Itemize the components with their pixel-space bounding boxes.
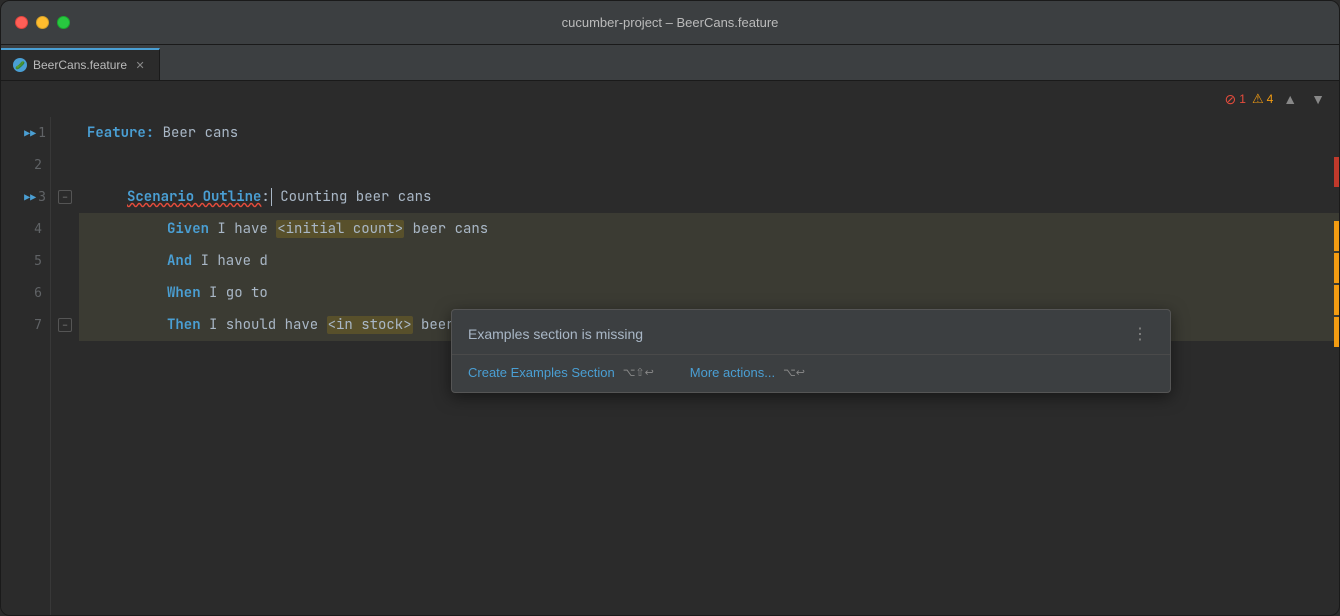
- line-number-1: ▶▶ 1: [1, 117, 50, 149]
- titlebar: cucumber-project – BeerCans.feature: [1, 1, 1339, 45]
- scenario-text: Counting beer cans: [272, 188, 432, 206]
- error-marker-1: [1334, 157, 1339, 187]
- line-number-5: 5: [1, 245, 50, 277]
- close-button[interactable]: [15, 16, 28, 29]
- feature-keyword: Feature:: [87, 124, 154, 142]
- tabbar: 🥒 BeerCans.feature ✕: [1, 45, 1339, 81]
- line-num-6: 6: [34, 286, 42, 301]
- create-examples-shortcut: ⌥⇧↩: [623, 366, 654, 379]
- popup-title: Examples section is missing: [468, 326, 643, 342]
- popup-actions: Create Examples Section ⌥⇧↩ More actions…: [452, 355, 1170, 392]
- line-num-7: 7: [34, 318, 42, 333]
- window-title: cucumber-project – BeerCans.feature: [562, 15, 779, 30]
- code-line-1: Feature: Beer cans: [79, 117, 1339, 149]
- right-gutter: [1333, 153, 1339, 615]
- code-area[interactable]: Feature: Beer cans Scenario Outline: Cou…: [79, 117, 1339, 615]
- warning-count: 4: [1267, 92, 1274, 106]
- scenario-keyword: Scenario Outline: [127, 188, 261, 206]
- line-num-5: 5: [34, 254, 42, 269]
- given-text: I have: [209, 220, 276, 238]
- file-tab[interactable]: 🥒 BeerCans.feature ✕: [1, 48, 160, 80]
- given-rest: beer cans: [404, 220, 488, 238]
- and-keyword: And: [167, 252, 192, 270]
- line-number-7: 7: [1, 309, 50, 341]
- editor-toolbar: ⊘ 1 ⚠ 4 ▲ ▼: [1225, 81, 1339, 117]
- main-window: cucumber-project – BeerCans.feature 🥒 Be…: [0, 0, 1340, 616]
- error-icon: ⊘: [1225, 91, 1237, 108]
- warning-marker-5: [1334, 285, 1339, 315]
- traffic-lights: [15, 16, 70, 29]
- more-actions-action[interactable]: More actions... ⌥↩: [690, 365, 805, 380]
- code-line-5: And I have d: [79, 245, 1339, 277]
- gutter-row-2: [51, 149, 79, 181]
- line-number-6: 6: [1, 277, 50, 309]
- gutter-row-4: [51, 213, 79, 245]
- line-num-3: 3: [38, 190, 46, 205]
- warning-marker-3: [1334, 221, 1339, 251]
- navigate-up-button[interactable]: ▲: [1279, 89, 1301, 109]
- editor-body: ▶▶ 1 2 ▶▶ 3 4 5: [1, 81, 1339, 615]
- then-text: I should have: [201, 316, 327, 334]
- given-keyword: Given: [167, 220, 209, 238]
- gutter-row-7: −: [51, 309, 79, 341]
- popup-header: Examples section is missing ⋮: [452, 310, 1170, 355]
- tab-close-button[interactable]: ✕: [133, 58, 147, 72]
- line-num-1: 1: [38, 126, 46, 141]
- code-line-6: When I go to: [79, 277, 1339, 309]
- create-examples-label: Create Examples Section: [468, 365, 615, 380]
- more-actions-shortcut: ⌥↩: [783, 366, 805, 379]
- editor-container: ⊘ 1 ⚠ 4 ▲ ▼ ▶▶ 1 2: [1, 81, 1339, 615]
- when-keyword: When: [167, 284, 201, 302]
- line-number-3: ▶▶ 3: [1, 181, 50, 213]
- gutter-row-3: −: [51, 181, 79, 213]
- line-numbers: ▶▶ 1 2 ▶▶ 3 4 5: [1, 117, 51, 615]
- error-count: 1: [1239, 92, 1246, 106]
- line-number-4: 4: [1, 213, 50, 245]
- gutter-row-5: [51, 245, 79, 277]
- then-placeholder: <in stock>: [327, 316, 413, 334]
- line-num-4: 4: [34, 222, 42, 237]
- fold-icon-3[interactable]: −: [58, 190, 72, 204]
- code-line-3: Scenario Outline: Counting beer cans: [79, 181, 1339, 213]
- run-icon-3[interactable]: ▶▶: [24, 191, 36, 204]
- given-placeholder: <initial count>: [276, 220, 404, 238]
- navigate-down-button[interactable]: ▼: [1307, 89, 1329, 109]
- quick-fix-popup: Examples section is missing ⋮ Create Exa…: [451, 309, 1171, 393]
- line-number-2: 2: [1, 149, 50, 181]
- gutter-row-1: [51, 117, 79, 149]
- fold-icon-7[interactable]: −: [58, 318, 72, 332]
- gutter-row-6: [51, 277, 79, 309]
- scenario-colon: :: [261, 188, 269, 206]
- warning-badge: ⚠ 4: [1252, 91, 1273, 107]
- warning-marker-6: [1334, 317, 1339, 347]
- tab-label: BeerCans.feature: [33, 58, 127, 72]
- when-text: I go to: [201, 284, 268, 302]
- line-num-2: 2: [34, 158, 42, 173]
- code-line-4: Given I have <initial count> beer cans: [79, 213, 1339, 245]
- feature-text: Beer cans: [154, 124, 238, 142]
- and-text: I have d: [192, 252, 268, 270]
- then-keyword: Then: [167, 316, 201, 334]
- error-badge: ⊘ 1: [1225, 91, 1246, 108]
- more-actions-label: More actions...: [690, 365, 775, 380]
- popup-menu-button[interactable]: ⋮: [1126, 322, 1154, 346]
- tab-icon: 🥒: [13, 58, 27, 72]
- gutter: − −: [51, 117, 79, 615]
- maximize-button[interactable]: [57, 16, 70, 29]
- code-line-2: [79, 149, 1339, 181]
- create-examples-action[interactable]: Create Examples Section ⌥⇧↩: [468, 365, 654, 380]
- warning-icon: ⚠: [1252, 91, 1264, 107]
- run-icon-1[interactable]: ▶▶: [24, 127, 36, 140]
- warning-marker-4: [1334, 253, 1339, 283]
- minimize-button[interactable]: [36, 16, 49, 29]
